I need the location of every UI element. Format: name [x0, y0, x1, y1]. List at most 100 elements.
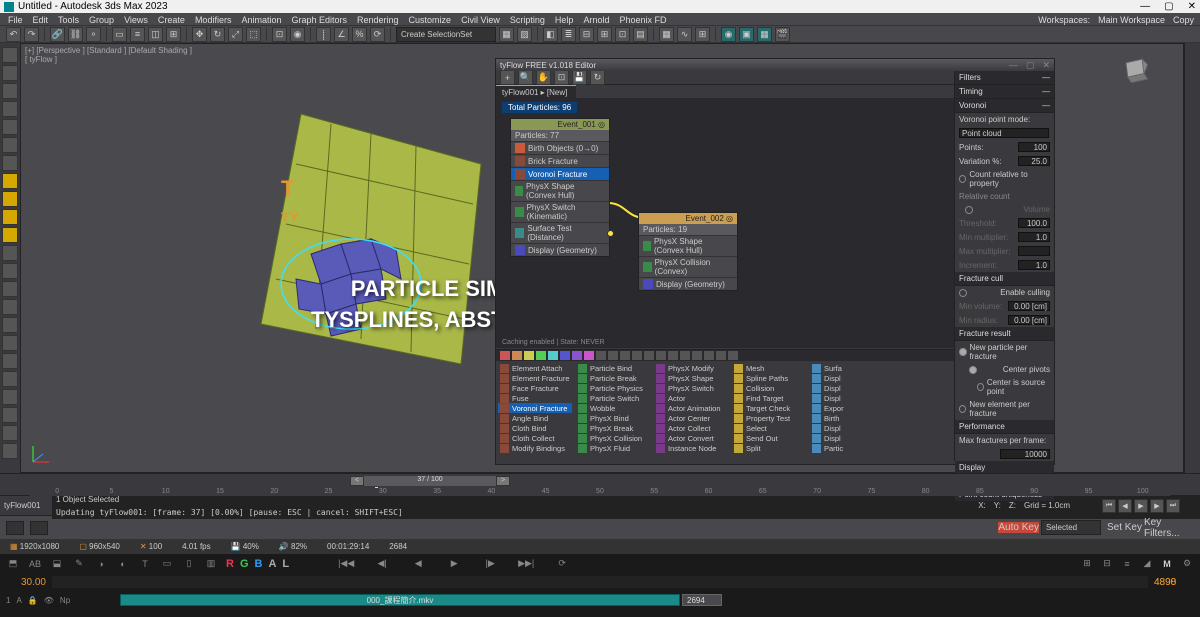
- operator-item[interactable]: Particle Break: [576, 373, 650, 383]
- prev-frame-button[interactable]: ◀: [1118, 499, 1132, 513]
- rollout-header[interactable]: Fracture cull: [955, 272, 1054, 286]
- menu-item[interactable]: Views: [124, 15, 148, 23]
- menu-item[interactable]: Modifiers: [195, 15, 232, 23]
- play-button[interactable]: ▶: [445, 557, 463, 571]
- nle-ruler[interactable]: [52, 576, 1148, 588]
- nle-timeline[interactable]: 30.00 4890 4898: [0, 573, 1200, 591]
- nle-btn[interactable]: ◐: [116, 557, 130, 571]
- selection-set-dropdown[interactable]: Create SelectionSet: [396, 27, 496, 42]
- tool-icon[interactable]: [2, 389, 18, 405]
- channel-b[interactable]: B: [255, 558, 263, 570]
- event-node-2[interactable]: Event_002 ◎ Particles: 19 PhysX Shape (C…: [638, 212, 738, 291]
- operator-item[interactable]: PhysX Modify: [654, 363, 728, 373]
- ops-cat-icon[interactable]: [584, 351, 594, 360]
- menu-item[interactable]: Rendering: [357, 15, 399, 23]
- ops-cat-icon[interactable]: [644, 351, 654, 360]
- rollout-header[interactable]: Performance: [955, 420, 1054, 434]
- loop-button[interactable]: ⟳: [553, 557, 571, 571]
- timeline-ruler[interactable]: 0510152025303540455055606570758085909510…: [30, 488, 1170, 496]
- material-editor-button[interactable]: ◉: [721, 27, 736, 42]
- ops-cat-icon[interactable]: [572, 351, 582, 360]
- selset-rem-button[interactable]: ▨: [517, 27, 532, 42]
- operator-item[interactable]: Actor: [654, 393, 728, 403]
- close-button[interactable]: ✕: [1188, 1, 1196, 12]
- maxfrac-input[interactable]: 10000: [1000, 449, 1050, 459]
- nle-btn[interactable]: AB: [28, 557, 42, 571]
- operator-item[interactable]: Spline Paths: [732, 373, 806, 383]
- ops-cat-icon[interactable]: [716, 351, 726, 360]
- render-setup-button[interactable]: ▣: [739, 27, 754, 42]
- incr-input[interactable]: 1.0: [1018, 260, 1050, 270]
- scale-button[interactable]: ⤢: [228, 27, 243, 42]
- checkbox[interactable]: [959, 175, 966, 183]
- camera-icon[interactable]: [2, 191, 18, 207]
- op-row[interactable]: PhysX Shape (Convex Hull): [639, 235, 737, 256]
- operator-item[interactable]: Angle Bind: [498, 413, 572, 423]
- operator-item[interactable]: Target Check: [732, 403, 806, 413]
- ops-cat-icon[interactable]: [704, 351, 714, 360]
- mode-dropdown[interactable]: Point cloud: [959, 128, 1049, 138]
- nle-layout-icon[interactable]: ≡: [1120, 557, 1134, 571]
- operator-item[interactable]: Element Fracture: [498, 373, 572, 383]
- ops-cat-icon[interactable]: [560, 351, 570, 360]
- menu-item[interactable]: Civil View: [461, 15, 500, 23]
- maxmul-input[interactable]: [1018, 246, 1050, 256]
- ops-cat-icon[interactable]: [680, 351, 690, 360]
- menu-item[interactable]: Tools: [58, 15, 79, 23]
- menu-item[interactable]: Create: [158, 15, 185, 23]
- tool-icon[interactable]: [2, 299, 18, 315]
- operator-item[interactable]: PhysX Bind: [576, 413, 650, 423]
- step-back-button[interactable]: ◀|: [373, 557, 391, 571]
- redo-button[interactable]: ↷: [24, 27, 39, 42]
- move-button[interactable]: ✥: [192, 27, 207, 42]
- select-region-button[interactable]: ◫: [148, 27, 163, 42]
- operator-item[interactable]: Displ: [810, 383, 884, 393]
- rollout-header[interactable]: Voronoi—: [955, 99, 1054, 113]
- ops-cat-icon[interactable]: [596, 351, 606, 360]
- autokey-button[interactable]: Auto Key: [998, 522, 1039, 533]
- next-frame-button[interactable]: ▶: [1150, 499, 1164, 513]
- nle-gear-icon[interactable]: ⚙: [1180, 557, 1194, 571]
- operator-item[interactable]: Actor Convert: [654, 433, 728, 443]
- align3-button[interactable]: ⊞: [597, 27, 612, 42]
- tool-icon[interactable]: [2, 155, 18, 171]
- operator-item[interactable]: Split: [732, 443, 806, 453]
- variation-input[interactable]: 25.0: [1018, 156, 1050, 166]
- radio[interactable]: [959, 348, 967, 356]
- keyfilters-button[interactable]: Key Filters...: [1144, 517, 1194, 539]
- undo-button[interactable]: ↶: [6, 27, 21, 42]
- menu-item[interactable]: Customize: [409, 15, 452, 23]
- op-row[interactable]: PhysX Shape (Convex Hull): [511, 180, 609, 201]
- ops-cat-icon[interactable]: [524, 351, 534, 360]
- viewport-label[interactable]: [+] [Perspective ] [Standard ] [Default …: [25, 46, 192, 64]
- hierarchy-tab-icon[interactable]: [2, 83, 18, 99]
- minvol-input[interactable]: 0.00 [cm]: [1008, 301, 1050, 311]
- nle-btn[interactable]: ✎: [72, 557, 86, 571]
- tool-icon[interactable]: [2, 245, 18, 261]
- tool-icon[interactable]: [2, 425, 18, 441]
- pivot-button[interactable]: ◉: [290, 27, 305, 42]
- viewcube[interactable]: [1117, 52, 1153, 88]
- ops-cat-icon[interactable]: [728, 351, 738, 360]
- nle-btn[interactable]: ▭: [160, 557, 174, 571]
- node-header[interactable]: Event_001 ◎: [511, 119, 609, 130]
- operator-item[interactable]: Displ: [810, 373, 884, 383]
- nle-btn[interactable]: T: [138, 557, 152, 571]
- checkbox[interactable]: [977, 383, 984, 391]
- operator-item[interactable]: Instance Node: [654, 443, 728, 453]
- rotate-button[interactable]: ↻: [210, 27, 225, 42]
- step-fwd-button[interactable]: |▶: [481, 557, 499, 571]
- refcoord-button[interactable]: ⊡: [272, 27, 287, 42]
- nle-btn[interactable]: ▥: [204, 557, 218, 571]
- prev-frame-button[interactable]: <: [350, 476, 364, 486]
- op-row[interactable]: Brick Fracture: [511, 154, 609, 167]
- minrad-input[interactable]: 0.00 [cm]: [1008, 315, 1050, 325]
- node-header[interactable]: Event_002 ◎: [639, 213, 737, 224]
- ty-add-icon[interactable]: +: [500, 70, 515, 85]
- ops-cat-icon[interactable]: [656, 351, 666, 360]
- operator-item[interactable]: Cloth Bind: [498, 423, 572, 433]
- op-row[interactable]: PhysX Switch (Kinematic): [511, 201, 609, 222]
- keymode-dropdown[interactable]: Selected: [1041, 520, 1101, 535]
- operator-item[interactable]: Surfa: [810, 363, 884, 373]
- ty-max-button[interactable]: ▢: [1026, 60, 1035, 71]
